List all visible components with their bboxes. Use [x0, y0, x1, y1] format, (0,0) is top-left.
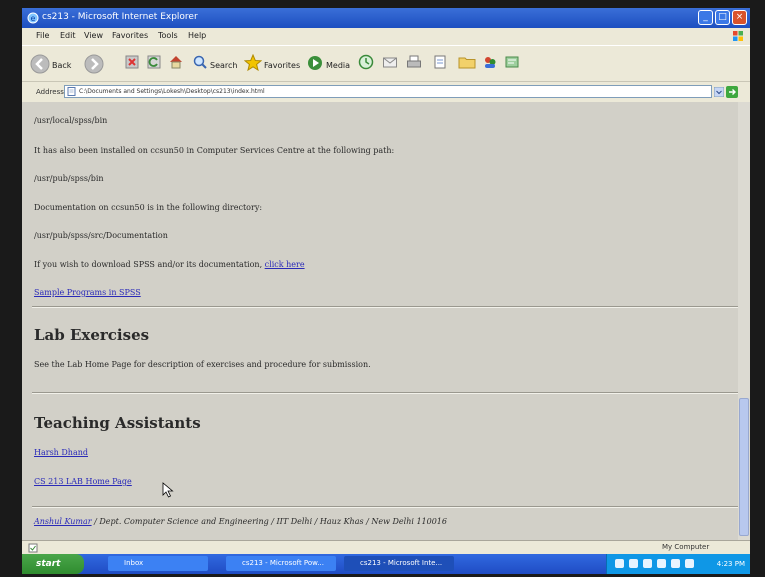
download-text: If you wish to download SPSS and/or its …: [34, 260, 263, 269]
tray-icon[interactable]: [615, 559, 624, 568]
tray-icon[interactable]: [685, 559, 694, 568]
menu-bar: File Edit View Favorites Tools Help: [22, 28, 750, 45]
history-button[interactable]: [358, 54, 374, 70]
forward-arrow-icon: [84, 54, 104, 74]
home-button[interactable]: [168, 54, 184, 70]
minimize-button[interactable]: _: [698, 10, 713, 25]
tray-icon[interactable]: [657, 559, 666, 568]
start-button[interactable]: start: [22, 554, 84, 574]
tray-icon[interactable]: [643, 559, 652, 568]
windows-logo-icon: [733, 31, 743, 41]
tray-icon[interactable]: [629, 559, 638, 568]
address-input[interactable]: C:\Documents and Settings\Lokesh\Desktop…: [64, 85, 712, 98]
folder-button[interactable]: [458, 54, 476, 70]
go-arrow-icon[interactable]: [726, 86, 738, 98]
media-icon: [308, 56, 322, 70]
search-icon: [193, 55, 207, 69]
divider: [32, 392, 738, 394]
address-bar: Address C:\Documents and Settings\Lokesh…: [22, 81, 750, 103]
footer: Anshul Kumar / Dept. Computer Science an…: [34, 517, 447, 526]
favorites-label: Favorites: [264, 61, 301, 70]
menu-tools[interactable]: Tools: [158, 31, 178, 40]
menu-favorites[interactable]: Favorites: [112, 31, 148, 40]
refresh-icon: [147, 55, 161, 69]
lab-exercises-text: See the Lab Home Page for description of…: [34, 360, 371, 369]
taskbar-item[interactable]: cs213 - Microsoft Inte...: [344, 556, 454, 571]
research-icon: [505, 56, 519, 68]
path-text: /usr/local/spss/bin: [34, 116, 108, 125]
lab-home-page-link[interactable]: CS 213 LAB Home Page: [34, 477, 132, 486]
mail-icon: [383, 57, 397, 68]
media-label: Media: [326, 61, 351, 70]
menu-view[interactable]: View: [84, 31, 103, 40]
page-done-icon: [28, 543, 38, 553]
favorites-button[interactable]: [244, 54, 262, 72]
system-tray: 4:23 PM: [606, 554, 750, 574]
divider: [32, 306, 738, 308]
taskbar-item[interactable]: cs213 - Microsoft Pow...: [226, 556, 336, 571]
refresh-button[interactable]: [146, 54, 162, 70]
edit-button[interactable]: [432, 54, 448, 70]
divider: [32, 506, 738, 508]
path-text: /usr/pub/spss/src/Documentation: [34, 231, 168, 240]
search-button[interactable]: [192, 54, 208, 70]
history-icon: [358, 54, 374, 70]
tray-icon[interactable]: [671, 559, 680, 568]
teaching-assistants-heading: Teaching Assistants: [34, 414, 201, 432]
stop-button[interactable]: [124, 54, 140, 70]
print-button[interactable]: [406, 54, 422, 70]
favorites-star-icon: [244, 54, 262, 72]
maximize-button[interactable]: □: [715, 10, 730, 25]
page-icon: [67, 87, 76, 96]
security-zone: My Computer: [662, 543, 710, 551]
title-bar: e cs213 - Microsoft Internet Explorer _ …: [22, 8, 750, 28]
address-dropdown-icon[interactable]: [714, 87, 724, 97]
taskbar-item[interactable]: Inbox: [108, 556, 208, 571]
back-label: Back: [52, 61, 72, 70]
lab-exercises-heading: Lab Exercises: [34, 326, 150, 344]
messenger-button[interactable]: [482, 54, 498, 70]
internet-explorer-icon: e: [27, 12, 39, 24]
installed-text: It has also been installed on ccsun50 in…: [34, 146, 395, 155]
research-button[interactable]: [504, 54, 520, 70]
footer-text: / Dept. Computer Science and Engineering…: [91, 517, 447, 526]
documentation-text: Documentation on ccsun50 is in the follo…: [34, 203, 263, 212]
messenger-icon: [485, 57, 496, 68]
sample-programs-link[interactable]: Sample Programs in SPSS: [34, 288, 141, 297]
folder-icon: [458, 57, 476, 69]
print-icon: [407, 55, 421, 68]
svg-text:e: e: [31, 14, 36, 23]
menu-help[interactable]: Help: [188, 31, 206, 40]
teaching-assistant-link[interactable]: Harsh Dhand: [34, 448, 88, 457]
search-label: Search: [210, 61, 238, 70]
clock: 4:23 PM: [716, 560, 745, 568]
click-here-link[interactable]: click here: [265, 260, 305, 269]
home-icon: [170, 56, 182, 69]
mouse-cursor-icon: [162, 482, 174, 498]
back-button[interactable]: [30, 54, 50, 74]
scrollbar-thumb[interactable]: [739, 398, 749, 536]
path-text: /usr/pub/spss/bin: [34, 174, 104, 183]
address-label: Address: [36, 88, 64, 96]
back-arrow-icon: [30, 54, 50, 74]
menu-edit[interactable]: Edit: [60, 31, 76, 40]
taskbar: start Inbox cs213 - Microsoft Pow... cs2…: [22, 554, 750, 574]
status-bar: My Computer: [22, 540, 750, 555]
media-button[interactable]: [306, 54, 324, 72]
toolbar: Back Search Favorites Media: [22, 45, 750, 82]
vertical-scrollbar[interactable]: [738, 102, 750, 540]
stop-icon: [125, 55, 139, 69]
menu-file[interactable]: File: [36, 31, 49, 40]
edit-page-icon: [434, 55, 446, 69]
screen: e cs213 - Microsoft Internet Explorer _ …: [22, 8, 750, 574]
close-button[interactable]: ×: [732, 10, 747, 25]
author-link[interactable]: Anshul Kumar: [34, 517, 92, 526]
window-title: cs213 - Microsoft Internet Explorer: [42, 12, 198, 22]
page-content: /usr/local/spss/bin It has also been ins…: [22, 102, 738, 540]
download-line: If you wish to download SPSS and/or its …: [34, 260, 305, 269]
forward-button[interactable]: [84, 54, 104, 74]
mail-button[interactable]: [382, 54, 398, 70]
